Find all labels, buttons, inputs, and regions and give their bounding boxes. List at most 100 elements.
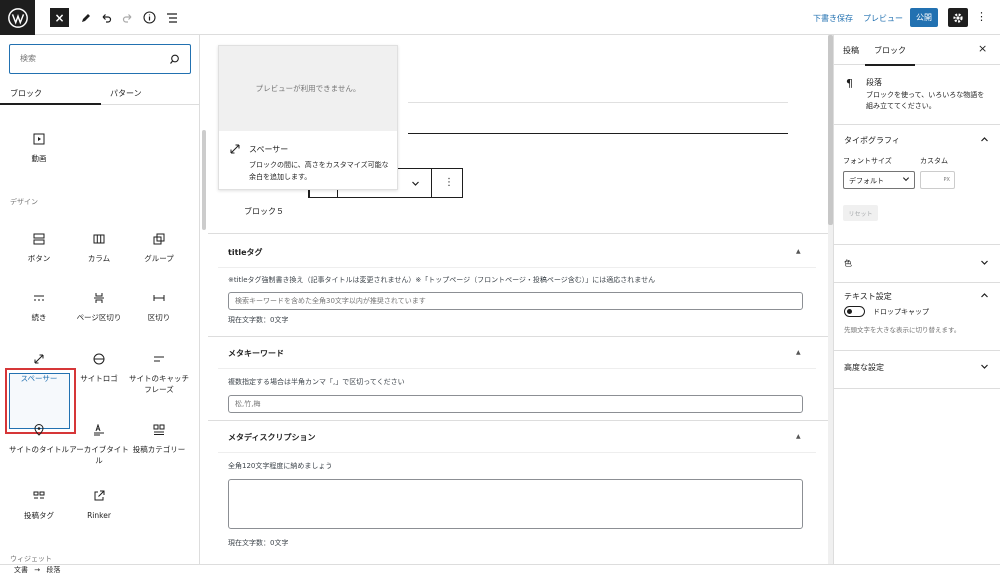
save-draft-button[interactable]: 下書き保存 <box>813 13 853 24</box>
tab-blocks[interactable]: ブロック <box>0 88 101 105</box>
block-item-site-logo[interactable]: サイトロゴ <box>68 348 130 384</box>
block-item-label: サイトのキャッチフレーズ <box>129 374 189 394</box>
meta-heading[interactable]: メタディスクリプション <box>228 432 315 443</box>
publish-button[interactable]: 公開 <box>910 8 938 27</box>
block-item-video[interactable]: 動画 <box>8 128 70 164</box>
block-item-site-tagline[interactable]: サイトのキャッチフレーズ <box>128 348 190 395</box>
search-icon <box>169 54 180 67</box>
block-item-archive-title[interactable]: アーカイブタイトル <box>68 419 130 466</box>
tab-patterns[interactable]: パターン <box>110 88 142 99</box>
block-item-label: サイトロゴ <box>80 374 118 383</box>
categories-icon <box>128 419 190 441</box>
block-item-label: 投稿タグ <box>24 511 54 520</box>
meta-box-title-tag: titleタグ ▲ ※titleタグ強制書き換え（記事タイトルは変更されません）… <box>208 233 828 336</box>
meta-heading[interactable]: titleタグ <box>228 247 263 258</box>
list-view-icon[interactable] <box>162 8 181 27</box>
settings-gear-icon[interactable] <box>948 8 968 27</box>
chevron-up-icon[interactable] <box>980 291 989 302</box>
block-item-label: アーカイブタイトル <box>69 445 129 465</box>
tab-block[interactable]: ブロック <box>865 45 915 66</box>
chevron-up-icon[interactable] <box>980 135 989 146</box>
block-item-group[interactable]: グループ <box>128 228 190 264</box>
font-size-value: デフォルト <box>849 177 884 185</box>
breadcrumb-root[interactable]: 文書 <box>14 566 28 574</box>
buttons-icon <box>8 228 70 250</box>
block-item-label: 区切り <box>147 313 171 322</box>
block-search-box[interactable] <box>9 44 191 74</box>
divider <box>218 452 816 453</box>
panel-text-settings: テキスト設定 <box>834 283 1000 351</box>
font-size-select[interactable]: デフォルト <box>843 171 915 189</box>
block-item-label: Rinker <box>87 511 111 520</box>
meta-description: 全角120文字程度に納めましょう <box>228 462 333 470</box>
inserter-tabs: ブロック パターン <box>0 85 199 105</box>
external-link-icon <box>68 485 130 507</box>
preview-button[interactable]: プレビュー <box>863 13 903 24</box>
block-search-input[interactable] <box>20 54 160 63</box>
keywords-input[interactable] <box>228 395 803 413</box>
block-item-label: サイトのタイトル <box>9 445 69 454</box>
block-item-separator[interactable]: 区切り <box>128 287 190 323</box>
drop-cap-help: 先頭文字を大きな表示に切り替えます。 <box>844 326 961 334</box>
block-item-buttons[interactable]: ボタン <box>8 228 70 264</box>
chevron-down-icon[interactable] <box>980 258 989 269</box>
wordpress-logo-icon[interactable] <box>0 0 35 35</box>
block-item-rinker[interactable]: Rinker <box>68 485 130 521</box>
panel-advanced: 高度な設定 <box>834 351 1000 389</box>
panel-title[interactable]: 色 <box>844 258 852 269</box>
top-toolbar: × 下書き保存 プレビュー 公開 ⋮ <box>0 0 1000 35</box>
block-item-post-tags[interactable]: 投稿タグ <box>8 485 70 521</box>
reset-button[interactable]: リセット <box>843 205 878 221</box>
meta-heading[interactable]: メタキーワード <box>228 348 284 359</box>
panel-title[interactable]: タイポグラフィ <box>844 135 900 146</box>
undo-icon[interactable] <box>96 8 115 27</box>
block-inserter-panel: ブロック パターン 動画 デザイン ボタン カラム グループ 続き ページ区切り… <box>0 35 200 564</box>
collapse-arrow-icon[interactable]: ▲ <box>796 248 801 255</box>
description-textarea[interactable] <box>228 479 803 529</box>
redo-icon[interactable] <box>118 8 137 27</box>
block-item-spacer[interactable]: スペーサー <box>8 348 70 384</box>
block-item-more[interactable]: 続き <box>8 287 70 323</box>
breadcrumb-current: 段落 <box>46 566 61 574</box>
close-inserter-button[interactable]: × <box>50 8 69 27</box>
more-icon <box>8 287 70 309</box>
drop-cap-toggle[interactable] <box>844 306 865 317</box>
block-item-label: ページ区切り <box>76 313 122 322</box>
block-item-post-categories[interactable]: 投稿カテゴリー <box>128 419 190 455</box>
block-item-label: グループ <box>144 254 174 263</box>
preview-title: スペーサー <box>249 145 289 154</box>
columns-icon <box>68 228 130 250</box>
info-icon[interactable] <box>140 8 159 27</box>
edit-tool-icon[interactable] <box>76 8 95 27</box>
more-options-icon[interactable]: ⋮ <box>976 10 987 23</box>
collapse-arrow-icon[interactable]: ▲ <box>796 433 801 440</box>
map-pin-icon <box>8 419 70 441</box>
page-break-icon <box>68 287 130 309</box>
title-tag-input[interactable] <box>228 292 803 310</box>
block-item-site-title[interactable]: サイトのタイトル <box>8 419 70 455</box>
font-size-label: フォントサイズ <box>843 157 892 165</box>
panel-title[interactable]: 高度な設定 <box>844 362 884 373</box>
paragraph-icon: ¶ <box>846 77 853 90</box>
group-icon <box>128 228 190 250</box>
spacer-icon <box>8 348 70 370</box>
divider <box>218 267 816 268</box>
separator-icon <box>128 287 190 309</box>
video-icon <box>8 128 70 150</box>
block-item-label: 続き <box>31 313 47 322</box>
toolbar-more-icon[interactable]: ⋮ <box>444 177 454 188</box>
toolbar-separator <box>431 169 432 198</box>
chevron-down-icon[interactable] <box>980 362 989 373</box>
block-item-columns[interactable]: カラム <box>68 228 130 264</box>
block-item-label: カラム <box>87 254 111 263</box>
inserter-scrollbar[interactable] <box>202 130 206 230</box>
tab-post[interactable]: 投稿 <box>843 45 859 56</box>
custom-size-input[interactable]: PX <box>920 171 955 189</box>
block-card-title: 段落 <box>866 78 882 87</box>
panel-title[interactable]: テキスト設定 <box>844 291 892 302</box>
collapse-arrow-icon[interactable]: ▲ <box>796 349 801 356</box>
preview-unavailable-text: プレビューが利用できません。 <box>219 46 397 131</box>
chevron-down-icon[interactable] <box>411 179 420 190</box>
block-item-page-break[interactable]: ページ区切り <box>68 287 130 323</box>
close-icon[interactable]: × <box>978 42 987 55</box>
